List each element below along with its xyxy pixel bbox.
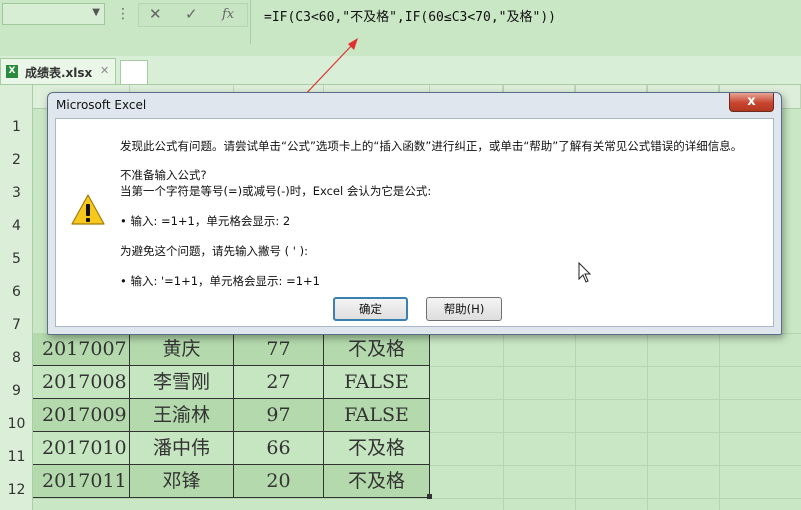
dialog-message: • 输入: '=1+1，单元格会显示: =1+1 <box>120 274 320 288</box>
gridline <box>33 498 801 499</box>
cell-score[interactable]: 77 <box>234 333 324 366</box>
mouse-cursor-icon <box>578 262 592 283</box>
cell-id[interactable]: 2017007 <box>33 333 130 366</box>
formula-buttons: ✕ ✓ fx <box>138 3 248 27</box>
name-box[interactable]: ▼ <box>2 3 105 25</box>
row-header[interactable]: 2 <box>0 152 33 168</box>
cell-name[interactable]: 黄庆 <box>130 333 234 366</box>
cell-result[interactable]: FALSE <box>324 399 430 432</box>
row-header[interactable]: 9 <box>0 383 33 399</box>
cell-score[interactable]: 97 <box>234 399 324 432</box>
cell-result[interactable]: 不及格 <box>324 465 430 498</box>
ok-button[interactable]: 确定 <box>333 297 408 321</box>
cell-result[interactable]: FALSE <box>324 366 430 399</box>
row-header[interactable]: 6 <box>0 284 33 300</box>
file-tab[interactable]: X 成绩表.xlsx ✕ <box>0 58 116 84</box>
help-button[interactable]: 帮助(H) <box>426 297 502 321</box>
dialog-message: 发现此公式有问题。请尝试单击“公式”选项卡上的“插入函数”进行纠正，或单击“帮助… <box>120 139 743 153</box>
dialog-message: 为避免这个问题，请先输入撇号 ( ' ): <box>120 244 308 258</box>
new-tab-button[interactable] <box>120 60 148 84</box>
cell-name[interactable]: 王渝林 <box>130 399 234 432</box>
cell-id[interactable]: 2017011 <box>33 465 130 498</box>
insert-function-icon[interactable]: fx <box>222 7 234 22</box>
cell-id[interactable]: 2017009 <box>33 399 130 432</box>
cell-id[interactable]: 2017008 <box>33 366 130 399</box>
row-header[interactable]: 10 <box>0 416 33 432</box>
cancel-icon[interactable]: ✕ <box>149 5 162 23</box>
row-header[interactable]: 3 <box>0 185 33 201</box>
close-button[interactable]: x <box>729 93 774 112</box>
dialog-message: 当第一个字符是等号(=)或减号(-)时，Excel 会认为它是公式: <box>120 184 432 198</box>
row-header[interactable]: 8 <box>0 350 33 366</box>
cell-score[interactable]: 27 <box>234 366 324 399</box>
file-tab-bar: X 成绩表.xlsx ✕ <box>0 56 801 85</box>
cell-name[interactable]: 潘中伟 <box>130 432 234 465</box>
dialog-body: 发现此公式有问题。请尝试单击“公式”选项卡上的“插入函数”进行纠正，或单击“帮助… <box>55 118 774 327</box>
formula-input[interactable]: =IF(C3<60,"不及格",IF(60≤C3<70,"及格")) <box>250 0 801 44</box>
dialog-message: • 输入: =1+1，单元格会显示: 2 <box>120 214 291 228</box>
chevron-down-icon[interactable]: ▼ <box>92 7 100 18</box>
error-dialog: Microsoft Excel x 发现此公式有问题。请尝试单击“公式”选项卡上… <box>47 92 782 335</box>
excel-file-icon: X <box>6 65 18 78</box>
row-header[interactable]: 11 <box>0 449 33 465</box>
warning-icon <box>71 194 105 225</box>
cell-name[interactable]: 邓锋 <box>130 465 234 498</box>
cell-score[interactable]: 20 <box>234 465 324 498</box>
close-icon[interactable]: ✕ <box>100 64 109 77</box>
row-header[interactable]: 5 <box>0 251 33 267</box>
file-tab-label: 成绩表.xlsx <box>25 66 93 80</box>
row-header[interactable]: 7 <box>0 317 33 333</box>
fill-handle[interactable] <box>427 494 432 499</box>
row-header[interactable]: 1 <box>0 119 33 135</box>
cell-score[interactable]: 66 <box>234 432 324 465</box>
formula-bar: ▼ ⋮ ✕ ✓ fx =IF(C3<60,"不及格",IF(60≤C3<70,"… <box>0 0 801 44</box>
cell-name[interactable]: 李雪刚 <box>130 366 234 399</box>
row-header[interactable]: 4 <box>0 218 33 234</box>
cell-result[interactable]: 不及格 <box>324 432 430 465</box>
dialog-message: 不准备输入公式? <box>120 168 207 182</box>
confirm-icon[interactable]: ✓ <box>185 5 198 23</box>
row-header[interactable]: 12 <box>0 482 33 498</box>
more-options-icon[interactable]: ⋮ <box>116 6 130 22</box>
cell-result[interactable]: 不及格 <box>324 333 430 366</box>
cell-id[interactable]: 2017010 <box>33 432 130 465</box>
dialog-title: Microsoft Excel <box>56 98 147 112</box>
